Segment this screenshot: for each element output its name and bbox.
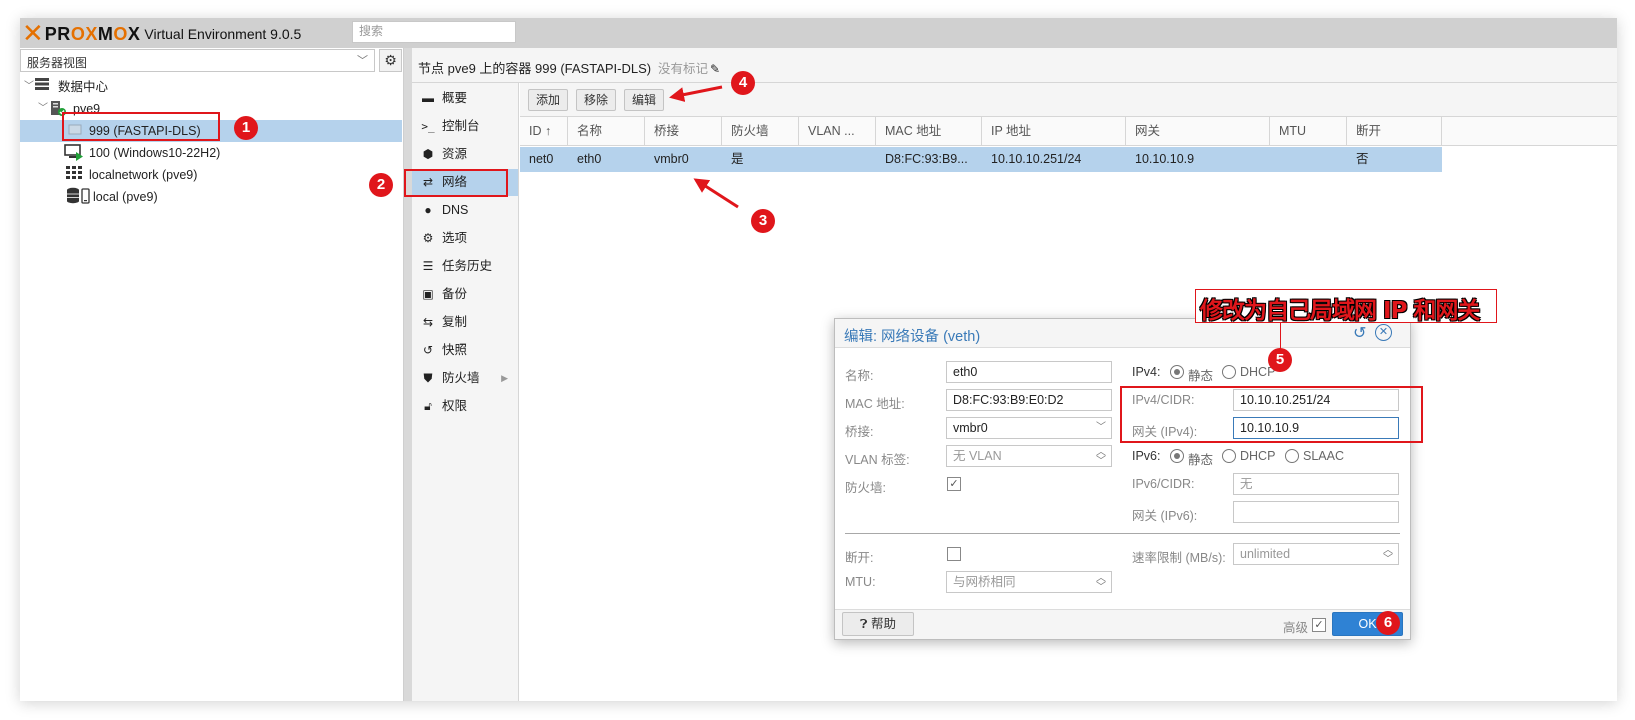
- step-badge-6: 6: [1376, 611, 1400, 635]
- step-badge-5: 5: [1268, 348, 1292, 372]
- highlight-box-ip-gateway: [1120, 386, 1423, 443]
- arrow-to-edit-button: [669, 85, 723, 103]
- callout-connector: [1280, 323, 1281, 349]
- instruction-callout: 修改为自己局域网 IP 和网关: [1195, 289, 1497, 324]
- arrow-to-network-row: [693, 178, 739, 209]
